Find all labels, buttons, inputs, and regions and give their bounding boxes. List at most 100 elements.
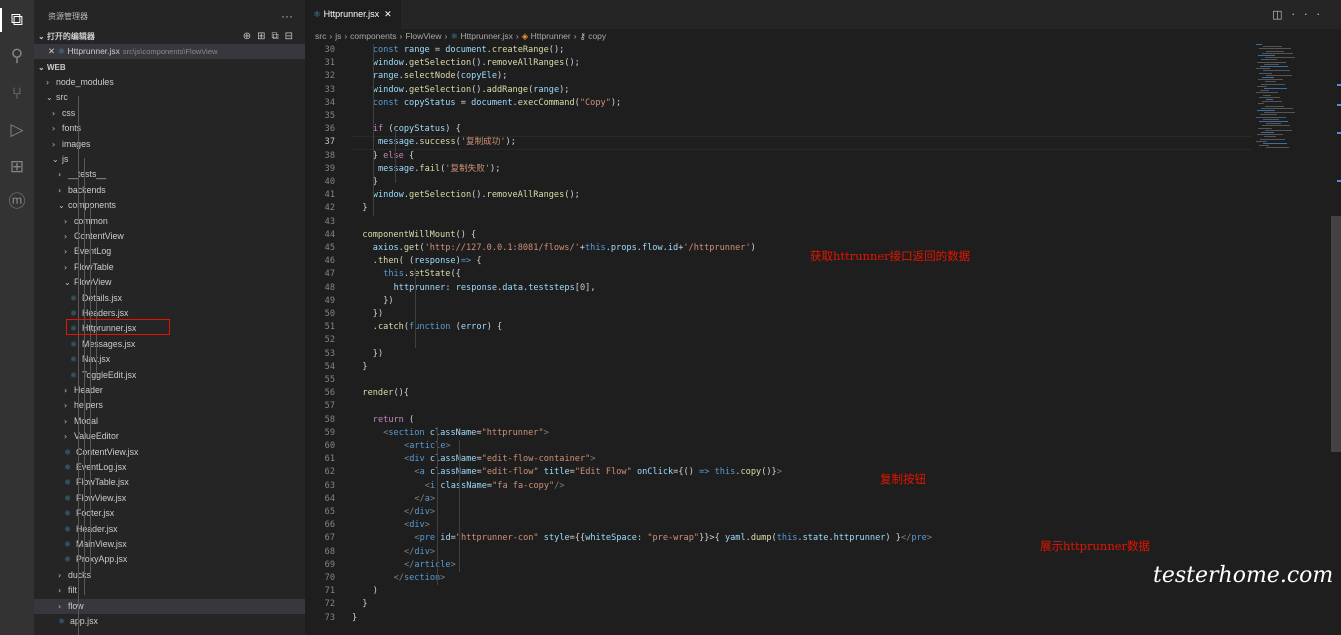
tree-folder[interactable]: › node_modules [34, 75, 305, 90]
code-line[interactable]: 40} [305, 176, 1341, 189]
code-line[interactable]: 51 .catch(function (error) { [305, 321, 1341, 334]
source-control-icon[interactable]: ⑂ [5, 82, 29, 106]
tree-folder[interactable]: › Modal [34, 414, 305, 429]
code-editor[interactable]: 30 const range = document.createRange(); 3… [305, 44, 1341, 635]
tree-folder[interactable]: › css [34, 106, 305, 121]
open-editor-item[interactable]: ✕ ⚛ Httprunner.jsx src\js\components\Flow… [34, 44, 305, 59]
code-line[interactable]: 67 <pre id="httprunner-con" style={{white… [305, 532, 1341, 545]
tree-folder[interactable]: › FlowTable [34, 260, 305, 275]
tree-file[interactable]: ⚛ EventLog.jsx [34, 460, 305, 475]
tree-file[interactable]: ⚛ Footer.jsx [34, 506, 305, 521]
code-line[interactable]: 64 </a> [305, 493, 1341, 506]
code-line[interactable]: 56 render(){ [305, 387, 1341, 400]
code-line[interactable]: 43 [305, 216, 1341, 229]
code-line[interactable]: 35 [305, 110, 1341, 123]
tree-folder[interactable]: ⌄ components [34, 198, 305, 213]
tree-folder[interactable]: › fonts [34, 121, 305, 136]
tree-folder[interactable]: › backends [34, 183, 305, 198]
tree-folder[interactable]: ⌄ FlowView [34, 275, 305, 290]
code-line[interactable]: 39 message.fail('复制失败'); [305, 163, 1341, 176]
code-line[interactable]: 49}) [305, 295, 1341, 308]
tree-file[interactable]: ⚛ ProxyApp.jsx [34, 552, 305, 567]
code-line[interactable]: 62 <a className="edit-flow" title="Edit F… [305, 466, 1341, 479]
code-line[interactable]: 60 <article> [305, 440, 1341, 453]
tree-file[interactable]: ⚛ Details.jsx [34, 291, 305, 306]
tree-folder[interactable]: › ContentView [34, 229, 305, 244]
code-token: onClick [636, 467, 674, 478]
tree-file[interactable]: ⚛ ContentView.jsx [34, 445, 305, 460]
code-line[interactable]: 30 const range = document.createRange(); [305, 44, 1341, 57]
breadcrumb-item[interactable]: components [350, 31, 396, 41]
tree-folder[interactable]: › ducks [34, 568, 305, 583]
more-actions-icon[interactable]: ··· [281, 9, 293, 23]
code-line[interactable]: 32 range.selectNode(copyEle); [305, 70, 1341, 83]
tree-file[interactable]: ⚛ ToggleEdit.jsx [34, 368, 305, 383]
code-line[interactable]: 72} [305, 598, 1341, 611]
code-line[interactable]: 33 window.getSelection().addRange(range); [305, 84, 1341, 97]
tree-folder[interactable]: › ValueEditor [34, 429, 305, 444]
tree-folder[interactable]: › flow [34, 598, 305, 614]
code-line[interactable]: 52 [305, 334, 1341, 347]
tree-folder[interactable]: ›common [34, 214, 305, 229]
code-line[interactable]: 34 const copyStatus = document.execComman… [305, 97, 1341, 110]
tree-file[interactable]: ⚛ FlowTable.jsx [34, 475, 305, 490]
workspace-section[interactable]: ⌄ WEB [34, 61, 305, 75]
code-line[interactable]: 58 return ( [305, 414, 1341, 427]
tree-file[interactable]: ⚛ Messages.jsx [34, 337, 305, 352]
tree-file[interactable]: ⚛Nav.jsx [34, 352, 305, 367]
tree-folder[interactable]: › helpers [34, 398, 305, 413]
tree-file[interactable]: ⚛ Header.jsx [34, 522, 305, 537]
code-line[interactable]: 65 </div> [305, 506, 1341, 519]
tree-file[interactable]: ⚛ MainView.jsx [34, 537, 305, 552]
tree-folder[interactable]: › __tests__ [34, 167, 305, 182]
code-line[interactable]: 36 if (copyStatus) { [305, 123, 1341, 136]
code-line[interactable]: 48 httprunner: response.data.teststeps[0]… [305, 282, 1341, 295]
code-line[interactable]: 38} else { [305, 150, 1341, 163]
code-line[interactable]: 37 message.success('复制成功'); [305, 136, 1341, 149]
code-line[interactable]: 66 <div> [305, 519, 1341, 532]
open-editors-section[interactable]: ⌄ 打开的编辑器 ⊕⊞⧉⊟ [34, 30, 305, 44]
breadcrumb-item[interactable]: copy [588, 31, 606, 41]
tab-close-icon[interactable]: ✕ [384, 9, 392, 19]
code-line[interactable]: 68 </div> [305, 546, 1341, 559]
open-editors-toolbar[interactable]: ⊕⊞⧉⊟ [243, 30, 299, 44]
tree-file[interactable]: ⚛ FlowView.jsx [34, 491, 305, 506]
tree-folder[interactable]: › images [34, 137, 305, 152]
code-line[interactable]: 42} [305, 202, 1341, 215]
code-line[interactable]: 31 window.getSelection().removeAllRanges(… [305, 57, 1341, 70]
run-debug-icon[interactable]: ▷ [5, 118, 29, 142]
code-line[interactable]: 59 <section className="httprunner"> [305, 427, 1341, 440]
tree-folder[interactable]: › EventLog [34, 244, 305, 259]
breadcrumb-item[interactable]: Httprunner.jsx [460, 31, 512, 41]
search-icon[interactable]: ⚲ [5, 44, 29, 68]
scrollbar-thumb[interactable] [1331, 216, 1341, 452]
tree-folder[interactable]: ⌄ src [34, 90, 305, 105]
breadcrumb-item[interactable]: FlowView [405, 31, 441, 41]
code-line[interactable]: 57 [305, 400, 1341, 413]
tree-file[interactable]: ⚛ app.jsx [34, 614, 305, 629]
tree-folder[interactable]: ⌄ js [34, 152, 305, 167]
code-line[interactable]: 47 this.setState({ [305, 268, 1341, 281]
code-line[interactable]: 54} [305, 361, 1341, 374]
tree-folder[interactable]: › filt [34, 583, 305, 598]
breadcrumb-item[interactable]: js [335, 31, 341, 41]
breadcrumb-item[interactable]: Httprunner [531, 31, 571, 41]
code-line[interactable]: 50}) [305, 308, 1341, 321]
scroll-marker [1337, 104, 1341, 106]
breadcrumb-item[interactable]: src [315, 31, 326, 41]
minimap[interactable] [1248, 44, 1328, 164]
tab-httprunner[interactable]: ⚛ Httprunner.jsx ✕ [305, 0, 401, 29]
scrollbar[interactable] [1331, 44, 1341, 635]
code-line[interactable]: 73} [305, 612, 1341, 625]
code-line[interactable]: 44 componentWillMount() { [305, 229, 1341, 242]
editor-actions[interactable]: ◫··· [1272, 8, 1329, 21]
remote-icon[interactable]: ⓜ [5, 190, 29, 214]
code-line[interactable]: 55 [305, 374, 1341, 387]
code-line[interactable]: 63 <i className="fa fa-copy"/> [305, 480, 1341, 493]
code-line[interactable]: 41 window.getSelection().removeAllRanges(… [305, 189, 1341, 202]
tree-folder[interactable]: › Header [34, 383, 305, 398]
extensions-icon[interactable]: ⊞ [5, 155, 29, 179]
code-line[interactable]: 61 <div className="edit-flow-container"> [305, 453, 1341, 466]
code-line[interactable]: 53}) [305, 348, 1341, 361]
files-icon[interactable]: ⧉ [5, 8, 29, 32]
